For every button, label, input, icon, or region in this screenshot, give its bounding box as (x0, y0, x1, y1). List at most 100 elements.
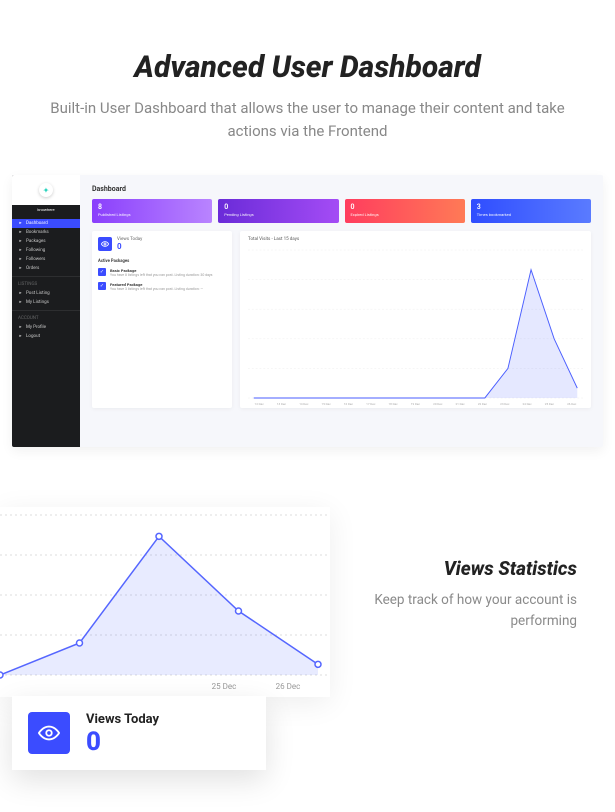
views-today-head: Views Today 0 (98, 237, 226, 251)
sidebar-item-followers[interactable]: ▸Followers (12, 255, 80, 264)
stat-value: 0 (224, 203, 332, 211)
check-icon: ✓ (98, 268, 106, 276)
xaxis-tick: 19 Dec (404, 402, 426, 406)
stat-value: 0 (351, 203, 459, 211)
views-panel: Views Today 0 Active Packages ✓Basic Pac… (92, 231, 232, 408)
popup-views-label: Views Today (86, 712, 159, 727)
xaxis-tick: 21 Dec (449, 402, 471, 406)
views-today-value: 0 (117, 242, 142, 251)
xaxis-tick (0, 682, 64, 691)
package-desc: You have 8 listings left that you can po… (110, 273, 212, 277)
stat-value: 3 (477, 203, 585, 211)
nav-icon: ▸ (18, 291, 23, 296)
nav-icon: ▸ (18, 266, 23, 271)
nav-icon: ▸ (18, 248, 23, 253)
xaxis-tick: 25 Dec (192, 682, 256, 691)
nav-group-label: LISTINGS (12, 280, 80, 289)
stat-label: Published Listings (98, 212, 206, 217)
nav-label: Dashboard (26, 221, 48, 226)
hero-title: Advanced User Dashboard (30, 50, 585, 85)
xaxis-tick (64, 682, 128, 691)
nav-icon: ▸ (18, 300, 23, 305)
visits-chart-xaxis: 12 Dec13 Dec14 Dec15 Dec16 Dec17 Dec18 D… (248, 402, 583, 406)
package-desc: You have 3 listings left that you can po… (110, 287, 203, 291)
active-packages-title: Active Packages (98, 259, 226, 264)
xaxis-tick: 22 Dec (471, 402, 493, 406)
brand-label: knowhere (12, 205, 80, 216)
views-statistics-subtitle: Keep track of how your account is perfor… (340, 590, 577, 632)
stat-label: Times bookmarked (477, 212, 585, 217)
stat-card-published-listings[interactable]: 8Published Listings (92, 199, 212, 223)
xaxis-tick: 25 Dec (538, 402, 560, 406)
xaxis-tick: 20 Dec (427, 402, 449, 406)
stat-cards-row: 8Published Listings0Pending Listings0Exp… (92, 199, 591, 223)
sidebar-item-my-listings[interactable]: ▸My Listings (12, 298, 80, 307)
views-statistics-block: 25 Dec26 Dec Views Statistics Keep track… (0, 507, 615, 697)
nav-group-account: ACCOUNT ▸My Profile▸Logout (12, 311, 80, 344)
sidebar-item-bookmarks[interactable]: ▸Bookmarks (12, 228, 80, 237)
xaxis-tick: 15 Dec (315, 402, 337, 406)
hero-section: Advanced User Dashboard Built-in User Da… (0, 0, 615, 157)
nav-icon: ▸ (18, 334, 23, 339)
sidebar-item-post-listing[interactable]: ▸Post Listing (12, 289, 80, 298)
xaxis-tick: 24 Dec (516, 402, 538, 406)
xaxis-tick: 16 Dec (337, 402, 359, 406)
xaxis-tick: 18 Dec (382, 402, 404, 406)
nav-label: Logout (26, 334, 40, 339)
visits-chart-panel: Total Visits - Last 15 days 12 Dec13 Dec… (240, 231, 591, 408)
stat-label: Pending Listings (224, 212, 332, 217)
hero-subtitle: Built-in User Dashboard that allows the … (30, 97, 585, 142)
xaxis-tick: 17 Dec (360, 402, 382, 406)
nav-label: Packages (26, 239, 46, 244)
visits-chart-title: Total Visits - Last 15 days (248, 237, 583, 242)
nav-icon: ▸ (18, 257, 23, 262)
sidebar-item-following[interactable]: ▸Following (12, 246, 80, 255)
xaxis-tick: 23 Dec (494, 402, 516, 406)
logo[interactable]: ✦ (12, 175, 80, 205)
nav-icon: ▸ (18, 230, 23, 235)
package-item: ✓Featured PackageYou have 3 listings lef… (98, 282, 226, 291)
visits-chart (248, 244, 583, 404)
page-title: Dashboard (92, 185, 591, 193)
views-statistics-title: Views Statistics (340, 557, 577, 580)
sidebar-item-packages[interactable]: ▸Packages (12, 237, 80, 246)
stat-card-pending-listings[interactable]: 0Pending Listings (218, 199, 338, 223)
sidebar: ✦ knowhere ▸Dashboard▸Bookmarks▸Packages… (12, 175, 80, 447)
sidebar-item-orders[interactable]: ▸Orders (12, 264, 80, 273)
stat-card-times-bookmarked[interactable]: 3Times bookmarked (471, 199, 591, 223)
views-today-popup: Views Today 0 (12, 696, 266, 770)
nav-icon: ▸ (18, 239, 23, 244)
nav-label: Bookmarks (26, 230, 49, 235)
views-chart-large: 25 Dec26 Dec (0, 507, 330, 697)
xaxis-tick: 12 Dec (248, 402, 270, 406)
sidebar-item-my-profile[interactable]: ▸My Profile (12, 323, 80, 332)
nav-label: Post Listing (26, 291, 50, 296)
nav-label: Orders (26, 266, 39, 271)
stat-label: Expired Listings (351, 212, 459, 217)
eye-icon (98, 237, 112, 251)
xaxis-tick: 14 Dec (293, 402, 315, 406)
nav-label: Followers (26, 257, 45, 262)
views-chart-svg (0, 507, 330, 697)
xaxis-tick: 26 Dec (561, 402, 583, 406)
xaxis-tick: 13 Dec (270, 402, 292, 406)
check-icon: ✓ (98, 282, 106, 290)
nav-group-main: ▸Dashboard▸Bookmarks▸Packages▸Following▸… (12, 216, 80, 277)
popup-views-value: 0 (86, 729, 159, 755)
nav-label: My Profile (26, 325, 46, 330)
eye-icon (28, 712, 70, 754)
nav-icon: ▸ (18, 221, 23, 226)
xaxis-tick: 26 Dec (256, 682, 320, 691)
nav-label: My Listings (26, 300, 49, 305)
xaxis-tick (128, 682, 192, 691)
stat-value: 8 (98, 203, 206, 211)
nav-group-label: ACCOUNT (12, 314, 80, 323)
dashboard-screenshot: ✦ knowhere ▸Dashboard▸Bookmarks▸Packages… (12, 175, 603, 447)
sidebar-item-logout[interactable]: ▸Logout (12, 332, 80, 341)
dashboard-main: Dashboard 8Published Listings0Pending Li… (80, 175, 603, 447)
package-item: ✓Basic PackageYou have 8 listings left t… (98, 268, 226, 277)
stat-card-expired-listings[interactable]: 0Expired Listings (345, 199, 465, 223)
nav-label: Following (26, 248, 45, 253)
nav-group-listings: LISTINGS ▸Post Listing▸My Listings (12, 277, 80, 311)
sidebar-item-dashboard[interactable]: ▸Dashboard (12, 219, 80, 228)
